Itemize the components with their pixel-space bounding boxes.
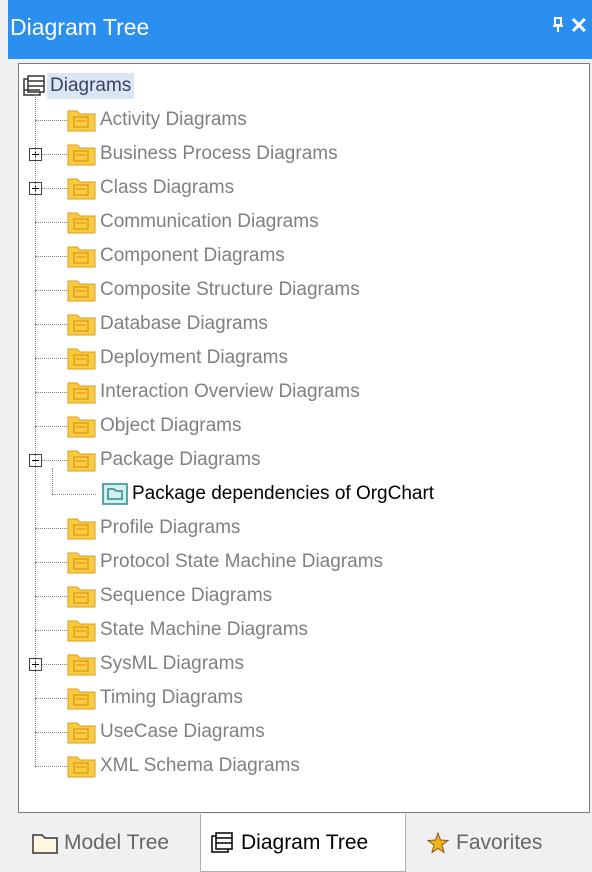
bottom-tab-bar: Model Tree Diagram Tree Favorites xyxy=(8,814,592,872)
close-icon[interactable]: ✕ xyxy=(570,15,588,37)
class-diagram-icon xyxy=(67,175,97,201)
tab-label: Favorites xyxy=(456,831,543,854)
tree-item[interactable]: Object Diagrams xyxy=(67,411,242,441)
tree-connector xyxy=(52,494,96,495)
tree-item[interactable]: Package Diagrams xyxy=(67,445,261,475)
tree-item[interactable]: Protocol State Machine Diagrams xyxy=(67,547,383,577)
tree-connector xyxy=(35,358,67,359)
tree-item-label: Composite Structure Diagrams xyxy=(100,279,360,300)
pin-icon[interactable] xyxy=(552,17,564,38)
tree-item[interactable]: Profile Diagrams xyxy=(67,513,240,543)
tree-connector xyxy=(35,256,67,257)
tree-item[interactable]: XML Schema Diagrams xyxy=(67,751,300,781)
tree-item[interactable]: SysML Diagrams xyxy=(67,649,244,679)
tree-connector xyxy=(35,392,67,393)
communication-diagram-icon xyxy=(67,209,97,235)
interaction-overview-diagram-icon xyxy=(67,379,97,405)
tree-root-diagrams[interactable]: Diagrams xyxy=(23,71,135,101)
tree-item-label: Component Diagrams xyxy=(100,245,285,266)
tree-item[interactable]: Business Process Diagrams xyxy=(67,139,338,169)
tree-connector xyxy=(35,426,67,427)
diagram-tree[interactable]: Diagrams Activity Diagrams Business Proce… xyxy=(18,63,590,813)
tree-child-item[interactable]: Package dependencies of OrgChart xyxy=(101,479,434,509)
tree-item[interactable]: Interaction Overview Diagrams xyxy=(67,377,360,407)
sysml-diagram-icon xyxy=(67,651,97,677)
activity-diagram-icon xyxy=(67,107,97,133)
component-diagram-icon xyxy=(67,243,97,269)
tree-item-label: Deployment Diagrams xyxy=(100,347,288,368)
tree-item[interactable]: State Machine Diagrams xyxy=(67,615,308,645)
tree-item-label: Protocol State Machine Diagrams xyxy=(100,551,384,572)
tab-label: Model Tree xyxy=(64,831,170,854)
tree-item-label: Profile Diagrams xyxy=(100,517,241,538)
tree-item-label: Communication Diagrams xyxy=(100,211,319,232)
tree-connector xyxy=(35,120,67,121)
tree-connector xyxy=(35,766,67,767)
tree-item-label: UseCase Diagrams xyxy=(100,721,265,742)
tree-item-label: Package Diagrams xyxy=(100,449,261,470)
tree-item-label: SysML Diagrams xyxy=(100,653,244,674)
tab-favorites[interactable]: Favorites xyxy=(416,814,566,872)
tree-item[interactable]: Communication Diagrams xyxy=(67,207,319,237)
tree-item-label: Object Diagrams xyxy=(100,415,242,436)
tab-model-tree[interactable]: Model Tree xyxy=(22,814,200,872)
sequence-diagram-icon xyxy=(67,583,97,609)
tree-item-label: Database Diagrams xyxy=(100,313,268,334)
tree-item-label: Business Process Diagrams xyxy=(100,143,338,164)
tree-connector xyxy=(35,290,67,291)
tree-item[interactable]: Activity Diagrams xyxy=(67,105,247,135)
tree-item-label: Interaction Overview Diagrams xyxy=(100,381,360,402)
timing-diagram-icon xyxy=(67,685,97,711)
tree-connector xyxy=(35,324,67,325)
tree-item-label: Timing Diagrams xyxy=(100,687,243,708)
diagram-tree-panel: Diagrams Activity Diagrams Business Proce… xyxy=(10,59,592,814)
package-diagram-icon xyxy=(67,447,97,473)
model-tree-icon xyxy=(32,832,58,854)
xml-schema-diagram-icon xyxy=(67,753,97,779)
diagram-tree-icon xyxy=(211,831,235,854)
profile-diagram-icon xyxy=(67,515,97,541)
tree-item-label: XML Schema Diagrams xyxy=(100,755,300,776)
tree-connector xyxy=(35,222,67,223)
tree-connector xyxy=(35,596,67,597)
object-diagram-icon xyxy=(67,413,97,439)
tree-connector xyxy=(35,562,67,563)
panel-title-bar: Diagram Tree ✕ xyxy=(8,0,592,59)
database-diagram-icon xyxy=(67,311,97,337)
tree-item-label: Sequence Diagrams xyxy=(100,585,273,606)
panel-title: Diagram Tree xyxy=(10,14,150,40)
tree-connector xyxy=(35,528,67,529)
tree-child-label: Package dependencies of OrgChart xyxy=(132,483,435,504)
package-diagram-file-icon xyxy=(101,482,129,506)
tree-item-label: Activity Diagrams xyxy=(100,109,247,130)
tab-diagram-tree[interactable]: Diagram Tree xyxy=(200,814,406,872)
tree-connector xyxy=(35,732,67,733)
tree-item[interactable]: Sequence Diagrams xyxy=(67,581,272,611)
tab-label: Diagram Tree xyxy=(241,830,369,854)
tree-connector xyxy=(35,94,36,766)
usecase-diagram-icon xyxy=(67,719,97,745)
tree-item[interactable]: Deployment Diagrams xyxy=(67,343,288,373)
tree-connector xyxy=(35,630,67,631)
favorites-icon xyxy=(426,831,450,855)
tree-connector xyxy=(52,468,53,494)
tree-item[interactable]: Timing Diagrams xyxy=(67,683,243,713)
tree-connector xyxy=(35,698,67,699)
deployment-diagram-icon xyxy=(67,345,97,371)
tree-root-label: Diagrams xyxy=(47,73,135,99)
tree-item-label: Class Diagrams xyxy=(100,177,235,198)
protocol-state-machine-diagram-icon xyxy=(67,549,97,575)
tree-item[interactable]: Database Diagrams xyxy=(67,309,268,339)
composite-structure-diagram-icon xyxy=(67,277,97,303)
business-process-diagram-icon xyxy=(67,141,97,167)
state-machine-diagram-icon xyxy=(67,617,97,643)
tree-item[interactable]: Composite Structure Diagrams xyxy=(67,275,360,305)
tree-item-label: State Machine Diagrams xyxy=(100,619,309,640)
tree-item[interactable]: Component Diagrams xyxy=(67,241,285,271)
tree-item[interactable]: UseCase Diagrams xyxy=(67,717,265,747)
tree-item[interactable]: Class Diagrams xyxy=(67,173,234,203)
